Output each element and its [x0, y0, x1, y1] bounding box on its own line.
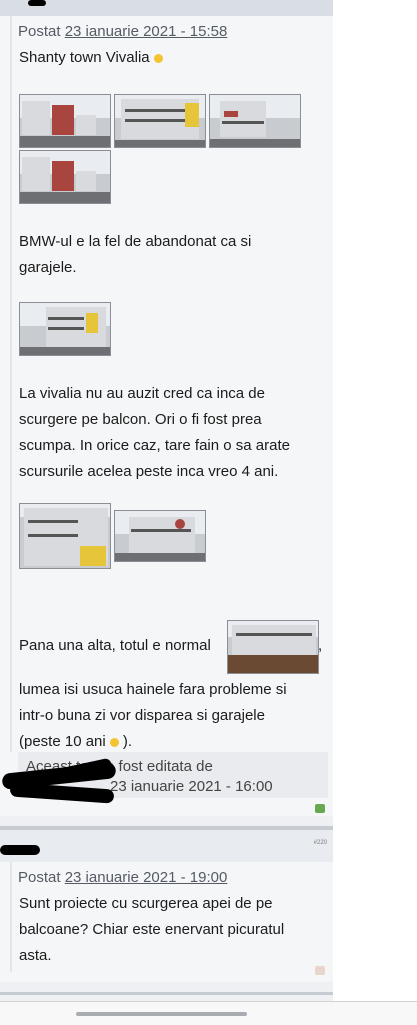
attached-photo-thumbnail[interactable]: [209, 94, 301, 148]
post-paragraph: lumea isi usuca hainele fara probleme si…: [19, 678, 287, 754]
posted-label: Postat: [18, 869, 61, 886]
text-line: Pana una alta, totul e normal: [19, 637, 211, 654]
post-paragraph: Sunt proiecte cu scurgerea apei de pe ba…: [19, 892, 284, 968]
post-meta: Postat 23 ianuarie 2021 - 19:00: [18, 869, 227, 886]
post-header-strip: [0, 0, 333, 16]
forum-post: Postat 23 ianuarie 2021 - 15:58 Shanty t…: [0, 16, 333, 816]
attached-photo-thumbnail[interactable]: [19, 302, 111, 356]
post-separator: [0, 992, 333, 995]
right-margin: [333, 0, 417, 1024]
text-fragment: (peste 10 ani: [19, 733, 106, 750]
text-line: scumpa. In orice caz, tare fain o sa ara…: [19, 437, 290, 454]
reputation-badge-icon[interactable]: [315, 966, 325, 975]
attached-photo-thumbnail[interactable]: [114, 510, 206, 562]
post-text: Shanty town Vivalia: [19, 49, 150, 66]
text-line: balcoane? Chiar este enervant picuratul: [19, 921, 285, 938]
attached-photo-thumbnail[interactable]: [227, 620, 319, 674]
post-left-border: [10, 862, 12, 972]
text-line: scurgere pe balcon. Ori o fi fost prea: [19, 411, 262, 428]
attached-photo-thumbnail[interactable]: [19, 503, 111, 569]
post-paragraph: Pana una alta, totul e normal: [19, 634, 211, 658]
text-fragment: ,: [318, 637, 323, 654]
reputation-badge-icon[interactable]: [315, 804, 325, 813]
redaction-scribble: [0, 845, 40, 855]
post-meta: Postat 23 ianuarie 2021 - 15:58: [18, 23, 227, 40]
redaction-scribble: [28, 0, 46, 6]
posted-label: Postat: [18, 23, 61, 40]
text-line: scursurile acelea peste inca vreo 4 ani.: [19, 463, 279, 480]
edit-notice-date: 23 ianuarie 2021 - 16:00: [110, 778, 273, 795]
post-date-link[interactable]: 23 ianuarie 2021 - 15:58: [65, 23, 228, 40]
text-line: La vivalia nu au auzit cred ca inca de: [19, 385, 265, 402]
home-indicator[interactable]: [76, 1012, 247, 1016]
text-line: asta.: [19, 947, 52, 964]
post-paragraph: BMW-ul e la fel de abandonat ca si garaj…: [19, 230, 251, 280]
text-line: garajele.: [19, 259, 77, 276]
text-line: lumea isi usuca hainele fara probleme si: [19, 681, 287, 698]
attached-photo-thumbnail[interactable]: [114, 94, 206, 148]
post-paragraph: La vivalia nu au auzit cred ca inca de s…: [19, 382, 290, 484]
text-line: Sunt proiecte cu scurgerea apei de pe: [19, 895, 273, 912]
forum-post: Postat 23 ianuarie 2021 - 19:00 Sunt pro…: [0, 862, 333, 982]
system-navigation-bar: [0, 1001, 417, 1025]
text-fragment: ).: [122, 733, 133, 750]
smiley-emoji-icon: [153, 53, 163, 63]
post-number[interactable]: #220: [314, 840, 327, 846]
post-header: #220: [0, 830, 333, 862]
text-line: BMW-ul e la fel de abandonat ca si: [19, 233, 252, 250]
post-left-border: [10, 16, 12, 752]
forum-page: Postat 23 ianuarie 2021 - 15:58 Shanty t…: [0, 0, 333, 1024]
smiley-emoji-icon: [109, 737, 119, 747]
post-date-link[interactable]: 23 ianuarie 2021 - 19:00: [65, 869, 228, 886]
text-line: (peste 10 ani ).: [19, 730, 287, 754]
text-line: intr-o buna zi vor disparea si garajele: [19, 707, 265, 724]
attached-photo-thumbnail[interactable]: [19, 94, 111, 148]
attached-photo-thumbnail[interactable]: [19, 150, 111, 204]
post-title-line: Shanty town Vivalia: [19, 46, 163, 70]
